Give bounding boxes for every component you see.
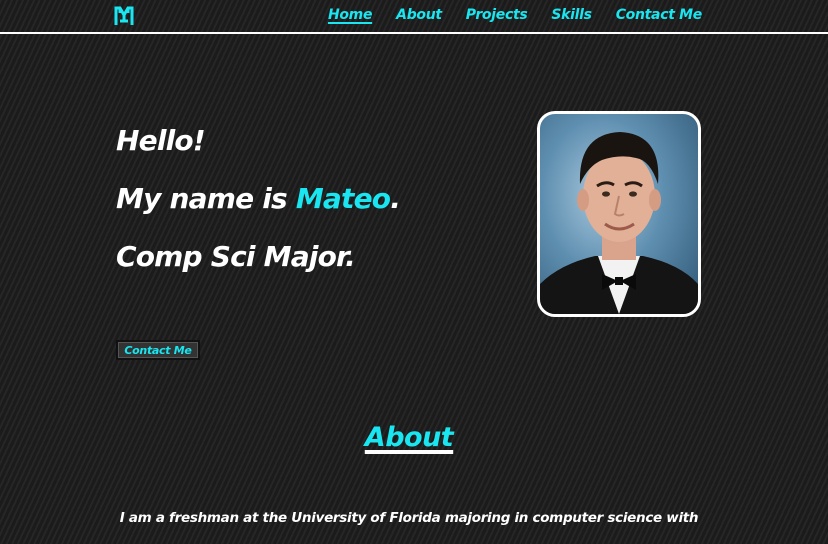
nav-link-skills[interactable]: Skills [551, 7, 592, 23]
hero-intro-suffix: . [390, 182, 401, 215]
about-heading: About [364, 422, 454, 453]
about-text: I am a freshman at the University of Flo… [119, 510, 699, 526]
hero-intro-prefix: My name is [116, 182, 296, 215]
hero-greeting: Hello! [116, 124, 206, 157]
hero-major: Comp Sci Major. [116, 240, 356, 273]
hero-section: Hello! My name is Mateo. Comp Sci Major. [116, 112, 401, 286]
portrait-illustration [540, 132, 698, 314]
nav-links: Home About Projects Skills Contact Me [328, 7, 702, 23]
profile-photo [537, 111, 701, 317]
navbar: Home About Projects Skills Contact Me [0, 0, 828, 34]
nav-link-projects[interactable]: Projects [466, 7, 528, 23]
nav-link-about[interactable]: About [396, 7, 442, 23]
nav-link-home[interactable]: Home [328, 7, 373, 23]
nav-link-contact-me[interactable]: Contact Me [616, 7, 703, 23]
hero-intro: My name is Mateo. [116, 170, 401, 228]
logo-icon[interactable] [114, 5, 134, 27]
contact-me-button[interactable]: Contact Me [116, 340, 200, 360]
hero-name: Mateo [295, 182, 391, 215]
